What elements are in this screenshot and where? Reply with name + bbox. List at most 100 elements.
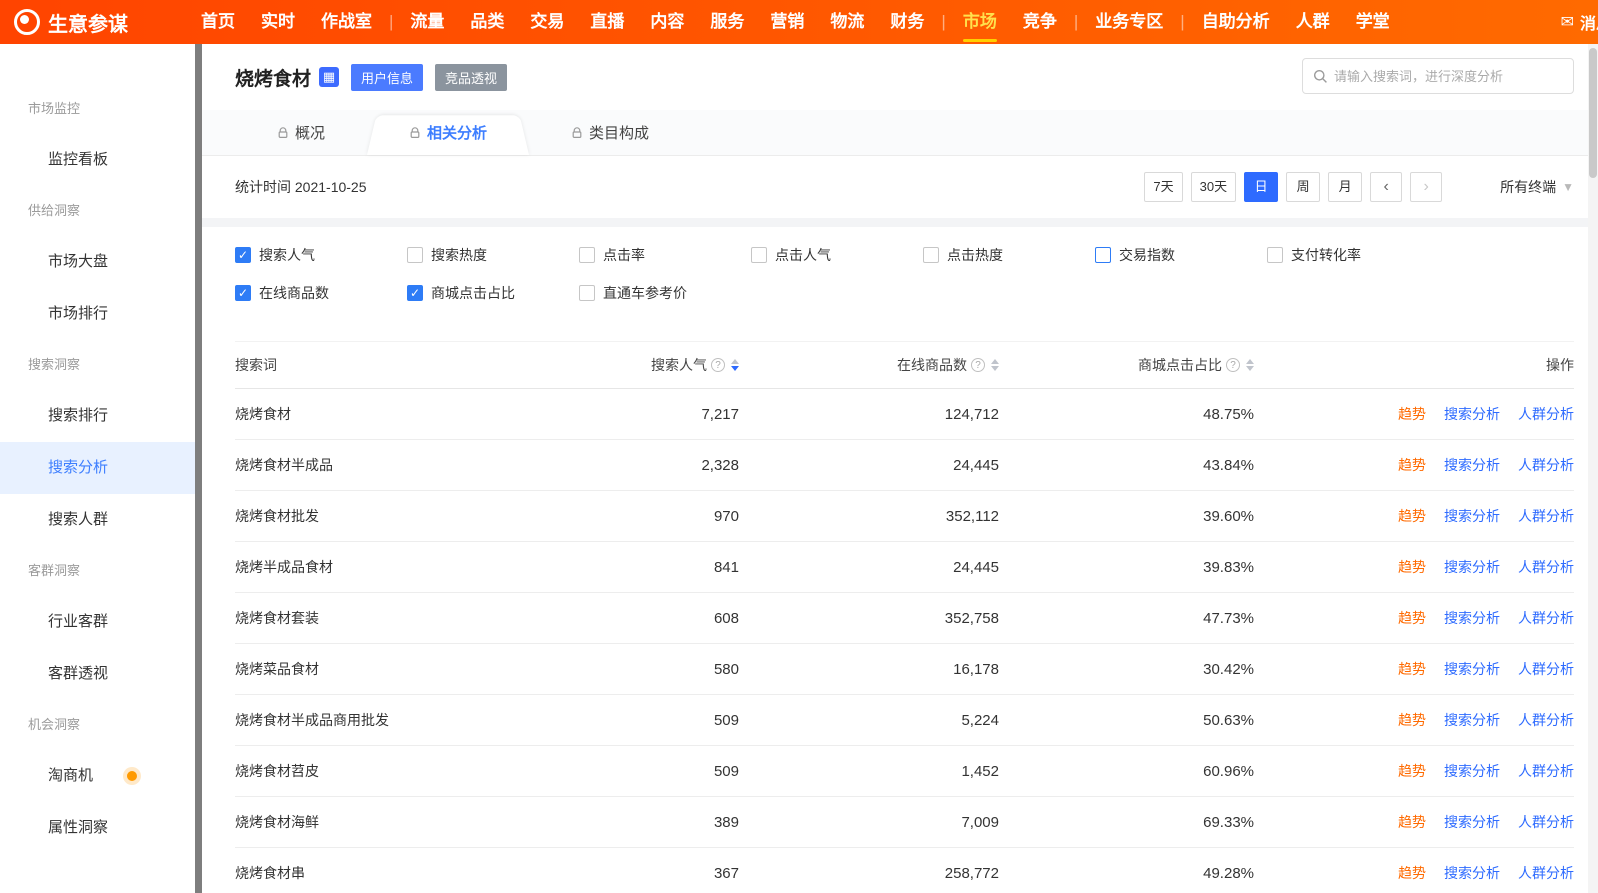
nav-item-学堂[interactable]: 学堂: [1343, 0, 1403, 44]
action-link-搜索分析[interactable]: 搜索分析: [1444, 608, 1500, 628]
action-link-趋势[interactable]: 趋势: [1398, 659, 1426, 679]
range-button-30天[interactable]: 30天: [1190, 172, 1237, 202]
checkbox-icon[interactable]: [579, 247, 595, 263]
range-button-周[interactable]: 周: [1286, 172, 1321, 202]
nav-item-内容[interactable]: 内容: [637, 0, 697, 44]
filter-checkbox-点击率[interactable]: 点击率: [579, 245, 751, 265]
sidebar-item-监控看板[interactable]: 监控看板: [0, 134, 195, 186]
action-link-人群分析[interactable]: 人群分析: [1518, 506, 1574, 526]
nav-item-市场[interactable]: 市场: [950, 0, 1010, 44]
nav-item-服务[interactable]: 服务: [697, 0, 757, 44]
tab-概况[interactable]: 概况: [235, 110, 367, 155]
search-box[interactable]: [1302, 58, 1574, 94]
help-icon[interactable]: ?: [711, 358, 725, 372]
checkbox-icon[interactable]: [579, 285, 595, 301]
next-button[interactable]: ›: [1410, 172, 1443, 202]
action-link-趋势[interactable]: 趋势: [1398, 506, 1426, 526]
sidebar-item-市场大盘[interactable]: 市场大盘: [0, 236, 195, 288]
range-button-7天[interactable]: 7天: [1144, 172, 1183, 202]
action-link-搜索分析[interactable]: 搜索分析: [1444, 863, 1500, 883]
filter-checkbox-在线商品数[interactable]: ✓ 在线商品数: [235, 283, 407, 303]
action-link-搜索分析[interactable]: 搜索分析: [1444, 659, 1500, 679]
range-button-月[interactable]: 月: [1328, 172, 1363, 202]
action-link-搜索分析[interactable]: 搜索分析: [1444, 761, 1500, 781]
action-link-搜索分析[interactable]: 搜索分析: [1444, 506, 1500, 526]
action-link-人群分析[interactable]: 人群分析: [1518, 863, 1574, 883]
range-button-日[interactable]: 日: [1244, 172, 1279, 202]
nav-item-首页[interactable]: 首页: [188, 0, 248, 44]
nav-item-人群[interactable]: 人群: [1283, 0, 1343, 44]
tab-类目构成[interactable]: 类目构成: [529, 110, 691, 155]
action-link-搜索分析[interactable]: 搜索分析: [1444, 812, 1500, 832]
nav-message[interactable]: ✉ 消息: [1561, 0, 1598, 44]
sort-icon[interactable]: [731, 359, 739, 371]
action-link-趋势[interactable]: 趋势: [1398, 863, 1426, 883]
checkbox-icon[interactable]: ✓: [235, 285, 251, 301]
action-link-人群分析[interactable]: 人群分析: [1518, 659, 1574, 679]
checkbox-icon[interactable]: [407, 247, 423, 263]
filter-checkbox-搜索人气[interactable]: ✓ 搜索人气: [235, 245, 407, 265]
search-input[interactable]: [1334, 68, 1563, 84]
nav-item-竞争[interactable]: 竞争: [1010, 0, 1070, 44]
action-link-人群分析[interactable]: 人群分析: [1518, 455, 1574, 475]
filter-checkbox-交易指数[interactable]: 交易指数: [1095, 245, 1267, 265]
filter-checkbox-点击人气[interactable]: 点击人气: [751, 245, 923, 265]
action-link-趋势[interactable]: 趋势: [1398, 455, 1426, 475]
filter-checkbox-支付转化率[interactable]: 支付转化率: [1267, 245, 1439, 265]
action-link-人群分析[interactable]: 人群分析: [1518, 710, 1574, 730]
action-link-人群分析[interactable]: 人群分析: [1518, 812, 1574, 832]
filter-checkbox-商城点击占比[interactable]: ✓ 商城点击占比: [407, 283, 579, 303]
nav-item-直播[interactable]: 直播: [577, 0, 637, 44]
nav-item-品类[interactable]: 品类: [457, 0, 517, 44]
sort-icon[interactable]: [1246, 359, 1254, 371]
action-link-搜索分析[interactable]: 搜索分析: [1444, 710, 1500, 730]
filter-checkbox-点击热度[interactable]: 点击热度: [923, 245, 1095, 265]
action-link-趋势[interactable]: 趋势: [1398, 761, 1426, 781]
action-link-人群分析[interactable]: 人群分析: [1518, 761, 1574, 781]
nav-item-营销[interactable]: 营销: [757, 0, 817, 44]
scrollbar-thumb[interactable]: [1589, 48, 1597, 178]
sidebar-item-搜索分析[interactable]: 搜索分析: [0, 442, 195, 494]
sidebar-item-客群透视[interactable]: 客群透视: [0, 648, 195, 700]
page-scrollbar[interactable]: [1588, 44, 1598, 893]
action-link-趋势[interactable]: 趋势: [1398, 557, 1426, 577]
prev-button[interactable]: ‹: [1370, 172, 1403, 202]
action-link-趋势[interactable]: 趋势: [1398, 812, 1426, 832]
checkbox-icon[interactable]: [1095, 247, 1111, 263]
action-link-人群分析[interactable]: 人群分析: [1518, 608, 1574, 628]
nav-item-交易[interactable]: 交易: [517, 0, 577, 44]
action-link-人群分析[interactable]: 人群分析: [1518, 404, 1574, 424]
app-logo[interactable]: 生意参谋: [14, 8, 128, 37]
sidebar-item-市场排行[interactable]: 市场排行: [0, 288, 195, 340]
action-link-趋势[interactable]: 趋势: [1398, 710, 1426, 730]
checkbox-icon[interactable]: [751, 247, 767, 263]
用户信息-button[interactable]: 用户信息: [351, 63, 424, 91]
tab-相关分析[interactable]: 相关分析: [367, 110, 529, 155]
nav-item-业务专区[interactable]: 业务专区: [1082, 0, 1176, 44]
checkbox-icon[interactable]: [1267, 247, 1283, 263]
action-link-搜索分析[interactable]: 搜索分析: [1444, 455, 1500, 475]
action-link-搜索分析[interactable]: 搜索分析: [1444, 557, 1500, 577]
action-link-人群分析[interactable]: 人群分析: [1518, 557, 1574, 577]
sidebar-scrollbar[interactable]: [195, 44, 202, 893]
nav-item-物流[interactable]: 物流: [817, 0, 877, 44]
sidebar-item-搜索人群[interactable]: 搜索人群: [0, 494, 195, 546]
checkbox-icon[interactable]: ✓: [407, 285, 423, 301]
filter-checkbox-直通车参考价[interactable]: 直通车参考价: [579, 283, 751, 303]
竞品透视-button[interactable]: 竞品透视: [435, 63, 508, 91]
help-icon[interactable]: ?: [971, 358, 985, 372]
action-link-趋势[interactable]: 趋势: [1398, 608, 1426, 628]
sidebar-item-搜索排行[interactable]: 搜索排行: [0, 390, 195, 442]
nav-item-作战室[interactable]: 作战室: [308, 0, 385, 44]
filter-checkbox-搜索热度[interactable]: 搜索热度: [407, 245, 579, 265]
sidebar-item-淘商机[interactable]: 淘商机: [0, 750, 195, 802]
nav-item-实时[interactable]: 实时: [248, 0, 308, 44]
checkbox-icon[interactable]: ✓: [235, 247, 251, 263]
action-link-搜索分析[interactable]: 搜索分析: [1444, 404, 1500, 424]
nav-item-流量[interactable]: 流量: [397, 0, 457, 44]
nav-item-自助分析[interactable]: 自助分析: [1189, 0, 1283, 44]
sidebar-item-属性洞察[interactable]: 属性洞察: [0, 802, 195, 854]
sidebar-item-行业客群[interactable]: 行业客群: [0, 596, 195, 648]
checkbox-icon[interactable]: [923, 247, 939, 263]
terminal-dropdown[interactable]: 所有终端 ▼: [1500, 177, 1574, 197]
